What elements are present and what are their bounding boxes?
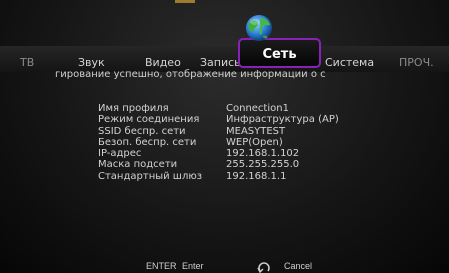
info-value: 192.168.1.102 [226, 148, 300, 160]
top-decoration [175, 0, 195, 3]
return-arrow-icon [257, 262, 270, 273]
info-label: Стандартный шлюз [98, 170, 203, 182]
info-value: Connection1 [226, 103, 289, 114]
footer-hints: ENTER Enter Cancel [0, 259, 449, 273]
enter-key-label: ENTER [146, 261, 177, 271]
info-value: 255.255.255.0 [226, 159, 300, 171]
globe-icon [246, 15, 272, 41]
info-label: IP-адрес [98, 148, 142, 160]
info-label: Маска подсети [98, 159, 178, 171]
tab-network-label: Сеть [262, 47, 297, 62]
info-value: MEASYTEST [226, 125, 286, 137]
info-label: Безоп. беспр. сети [98, 136, 197, 148]
tab-other[interactable]: ПРОЧ. [399, 56, 434, 69]
info-value: 192.168.1.1 [226, 170, 287, 182]
cancel-button[interactable]: Cancel [284, 259, 312, 273]
info-label: SSID беспр. сети [98, 125, 186, 137]
tv-settings-screen: ТВ Звук Видео Запись Система ПРОЧ. Сеть … [0, 0, 449, 273]
info-label: Режим соединения [98, 114, 200, 126]
info-label: Имя профиля [98, 103, 169, 114]
enter-button[interactable]: Enter [182, 259, 204, 273]
tab-tv[interactable]: ТВ [20, 56, 34, 69]
info-value: WEP(Open) [226, 136, 283, 148]
status-message: гирование успешно, отображение информаци… [55, 69, 326, 80]
info-value: Инфраструктура (AP) [226, 114, 339, 126]
